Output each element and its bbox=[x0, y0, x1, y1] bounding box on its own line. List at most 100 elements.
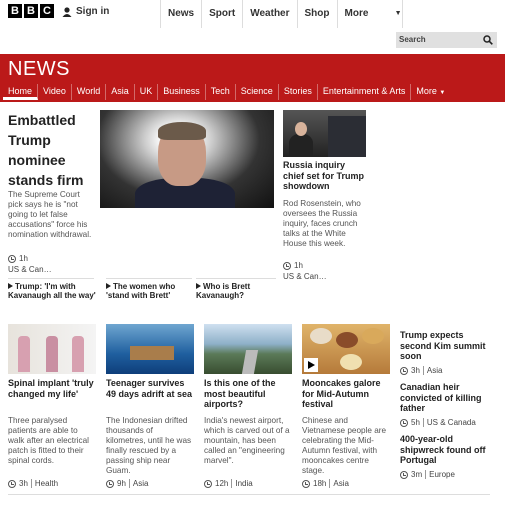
news-title[interactable]: NEWS bbox=[8, 58, 70, 81]
separator bbox=[425, 470, 427, 479]
divider bbox=[8, 278, 94, 279]
chevron-down-icon: ▼ bbox=[439, 90, 446, 96]
story-meta: 3h Health bbox=[8, 479, 58, 488]
sidebar-meta: 5h US & Canada bbox=[400, 418, 476, 427]
image-figure bbox=[46, 336, 58, 372]
clock-icon bbox=[8, 479, 16, 488]
separator bbox=[128, 479, 130, 488]
story-time: 3h bbox=[19, 479, 28, 488]
lead-meta: 1h bbox=[8, 254, 28, 263]
news-nav-asia[interactable]: Asia bbox=[106, 84, 135, 100]
related-link[interactable]: Who is Brett Kavanaugh? bbox=[196, 282, 276, 300]
story-headline[interactable]: Teenager survives 49 days adrift at sea bbox=[106, 378, 194, 399]
top-nav-shop[interactable]: Shop bbox=[296, 0, 337, 28]
clock-icon bbox=[400, 418, 408, 427]
related-link-text: Who is Brett Kavanaugh? bbox=[196, 282, 251, 300]
clock-icon bbox=[106, 479, 114, 488]
story-tag[interactable]: Asia bbox=[333, 479, 349, 488]
secondary-meta: 1h bbox=[283, 261, 303, 270]
story-summary: India's newest airport, which is carved … bbox=[204, 416, 290, 465]
search-icon[interactable] bbox=[483, 35, 493, 45]
image-figure-face bbox=[295, 122, 307, 136]
sidebar-tag[interactable]: Asia bbox=[427, 366, 443, 375]
related-link[interactable]: Trump: 'I'm with Kavanaugh all the way' bbox=[8, 282, 98, 300]
secondary-headline[interactable]: Russia inquiry chief set for Trump showd… bbox=[283, 160, 368, 192]
image-raft bbox=[130, 346, 174, 360]
story-headline[interactable]: Is this one of the most beautiful airpor… bbox=[204, 378, 292, 410]
signin-label: Sign in bbox=[76, 6, 110, 17]
related-link[interactable]: The women who 'stand with Brett' bbox=[106, 282, 192, 300]
lead-tag-label: US & Can… bbox=[8, 265, 52, 274]
separator bbox=[30, 479, 32, 488]
story-image-mooncakes[interactable] bbox=[302, 324, 390, 374]
separator bbox=[422, 366, 424, 375]
top-nav-weather[interactable]: Weather bbox=[242, 0, 296, 28]
news-nav-more[interactable]: More ▼ bbox=[411, 84, 450, 100]
story-image-airport[interactable] bbox=[204, 324, 292, 374]
triangle-icon bbox=[196, 283, 201, 289]
sidebar-time: 5h bbox=[411, 418, 420, 427]
top-nav-news[interactable]: News bbox=[160, 0, 201, 28]
story-image-raft[interactable] bbox=[106, 324, 194, 374]
image-mooncake bbox=[336, 332, 358, 348]
story-headline[interactable]: Spinal implant 'truly changed my life' bbox=[8, 378, 96, 399]
news-nav-tech[interactable]: Tech bbox=[206, 84, 236, 100]
clock-icon bbox=[8, 254, 16, 263]
news-nav-business[interactable]: Business bbox=[158, 84, 206, 100]
story-tag[interactable]: Health bbox=[35, 479, 58, 488]
sidebar-meta: 3m Europe bbox=[400, 470, 455, 479]
top-nav: News Sport Weather Shop More ▼ bbox=[160, 0, 403, 28]
separator bbox=[231, 479, 233, 488]
story-image-spinal[interactable] bbox=[8, 324, 96, 374]
news-nav-entertainment[interactable]: Entertainment & Arts bbox=[318, 84, 412, 100]
secondary-tag-label: US & Can… bbox=[283, 272, 327, 281]
separator bbox=[422, 418, 424, 427]
sidebar-tag[interactable]: Europe bbox=[429, 470, 455, 479]
story-meta: 12h India bbox=[204, 479, 253, 488]
lead-image[interactable] bbox=[100, 110, 274, 208]
image-figure bbox=[18, 336, 30, 372]
sidebar-meta: 3h Asia bbox=[400, 366, 442, 375]
news-nav-home[interactable]: Home bbox=[3, 84, 39, 100]
related-link-text: The women who 'stand with Brett' bbox=[106, 282, 176, 300]
lead-headline[interactable]: Embattled Trump nominee stands firm bbox=[8, 110, 90, 190]
triangle-icon bbox=[8, 283, 13, 289]
sidebar-headline[interactable]: Trump expects second Kim summit soon bbox=[400, 330, 486, 362]
top-nav-more[interactable]: More ▼ bbox=[336, 0, 402, 28]
story-tag[interactable]: Asia bbox=[133, 479, 149, 488]
lead-tag[interactable]: US & Can… bbox=[8, 265, 52, 274]
news-nav-stories[interactable]: Stories bbox=[279, 84, 318, 100]
top-nav-sport[interactable]: Sport bbox=[201, 0, 242, 28]
clock-icon bbox=[204, 479, 212, 488]
sidebar-tag[interactable]: US & Canada bbox=[427, 418, 476, 427]
image-car bbox=[328, 116, 366, 157]
user-icon bbox=[62, 6, 72, 17]
secondary-tag[interactable]: US & Can… bbox=[283, 272, 327, 281]
story-time: 18h bbox=[313, 479, 327, 488]
news-nav-world[interactable]: World bbox=[72, 84, 107, 100]
lead-summary: The Supreme Court pick says he is "not g… bbox=[8, 190, 92, 239]
secondary-image[interactable] bbox=[283, 110, 366, 157]
story-summary: Chinese and Vietnamese people are celebr… bbox=[302, 416, 387, 475]
story-headline[interactable]: Mooncakes galore for Mid-Autumn festival bbox=[302, 378, 390, 410]
chevron-down-icon: ▼ bbox=[394, 10, 402, 17]
bottom-divider bbox=[8, 494, 490, 495]
news-nav-video[interactable]: Video bbox=[38, 84, 72, 100]
news-nav-uk[interactable]: UK bbox=[135, 84, 159, 100]
signin-link[interactable]: Sign in bbox=[62, 6, 109, 17]
sidebar-time: 3m bbox=[411, 470, 423, 479]
sidebar-headline[interactable]: 400-year-old shipwreck found off Portuga… bbox=[400, 434, 490, 466]
separator bbox=[329, 479, 331, 488]
clock-icon bbox=[400, 366, 408, 375]
bbc-logo[interactable]: B B C bbox=[8, 4, 54, 18]
play-icon[interactable] bbox=[304, 358, 318, 372]
image-figure bbox=[72, 336, 84, 372]
image-figure-hair bbox=[158, 122, 206, 140]
news-nav-more-label: More bbox=[416, 86, 437, 96]
news-nav-science[interactable]: Science bbox=[236, 84, 279, 100]
story-time: 9h bbox=[117, 479, 126, 488]
story-tag[interactable]: India bbox=[235, 479, 252, 488]
triangle-icon bbox=[106, 283, 111, 289]
sidebar-headline[interactable]: Canadian heir convicted of killing fathe… bbox=[400, 382, 492, 414]
search-box[interactable]: Search bbox=[396, 32, 497, 48]
